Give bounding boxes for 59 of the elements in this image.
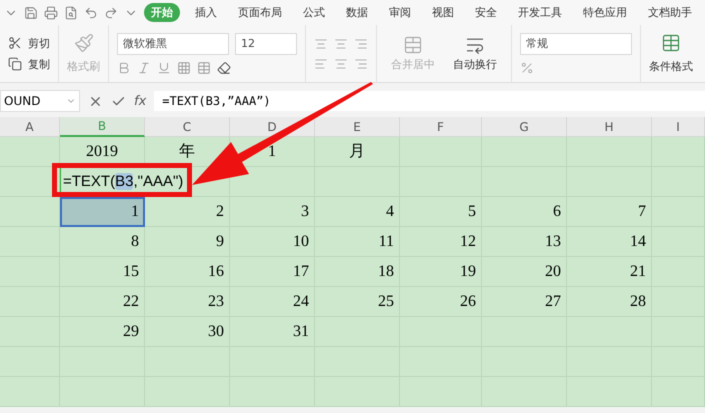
menu-tab[interactable]: 文档助手 <box>641 3 699 22</box>
table-cell[interactable]: 5 <box>400 197 482 227</box>
function-label[interactable]: fx <box>134 94 146 108</box>
table-cell[interactable]: 10 <box>230 227 315 257</box>
column-header[interactable]: E <box>315 117 400 137</box>
table-cell[interactable]: 20 <box>482 257 567 287</box>
table-cell[interactable]: 27 <box>482 287 567 317</box>
table-cell[interactable]: 21 <box>567 257 652 287</box>
table-cell[interactable]: 28 <box>567 287 652 317</box>
menu-tab[interactable]: 页面布局 <box>231 3 289 22</box>
table-cell[interactable]: 3 <box>230 197 315 227</box>
menu-tab[interactable]: 开发工具 <box>511 3 569 22</box>
table-cell[interactable]: 6 <box>482 197 567 227</box>
name-box[interactable]: OUND <box>0 90 80 112</box>
menu-tab[interactable]: 审阅 <box>382 3 418 22</box>
column-header[interactable]: H <box>567 117 652 137</box>
table-cell[interactable]: 月 <box>315 137 400 167</box>
column-header[interactable]: C <box>145 117 230 137</box>
number-format-select[interactable]: 常规 <box>520 32 632 54</box>
menu-tab[interactable]: 数据 <box>339 3 375 22</box>
table-cell[interactable]: 9 <box>145 227 230 257</box>
table-cell[interactable]: 11 <box>315 227 400 257</box>
menu-tab[interactable]: 插入 <box>188 3 224 22</box>
font-size-select[interactable]: 12 <box>235 32 297 54</box>
table-cell[interactable]: 2 <box>145 197 230 227</box>
copy-button[interactable]: 复制 <box>28 56 50 72</box>
table-cell[interactable]: 13 <box>482 227 567 257</box>
table-cell[interactable]: 8 <box>60 227 145 257</box>
table-cell[interactable]: 26 <box>400 287 482 317</box>
formula-input[interactable]: =TEXT(B3,”AAA”) <box>154 91 705 111</box>
wrap-text-button[interactable]: 自动换行 <box>453 57 497 72</box>
table-cell[interactable]: 1 <box>60 197 145 227</box>
menu-tab[interactable]: 特色应用 <box>576 3 634 22</box>
table-cell[interactable]: 19 <box>400 257 482 287</box>
menu-tab[interactable]: 公式 <box>296 3 332 22</box>
table-cell[interactable]: 15 <box>60 257 145 287</box>
table-cell[interactable]: 14 <box>567 227 652 257</box>
column-header[interactable]: G <box>482 117 567 137</box>
table-cell[interactable]: 16 <box>145 257 230 287</box>
table-cell[interactable]: 17 <box>230 257 315 287</box>
table-cell[interactable]: 31 <box>230 317 315 347</box>
font-select[interactable]: 微软雅黑 <box>117 32 229 54</box>
table-cell[interactable]: 7 <box>567 197 652 227</box>
column-header[interactable]: I <box>652 117 705 137</box>
menu-tab[interactable]: 视图 <box>425 3 461 22</box>
table-cell[interactable]: 23 <box>145 287 230 317</box>
table-cell[interactable]: 22 <box>60 287 145 317</box>
table-cell[interactable]: 18 <box>315 257 400 287</box>
column-header[interactable]: A <box>0 117 60 137</box>
cut-button[interactable]: 剪切 <box>28 36 50 50</box>
table-cell[interactable]: 4 <box>315 197 400 227</box>
conditional-format-button[interactable]: 条件格式 <box>649 59 693 74</box>
menu-tab[interactable]: 安全 <box>468 3 504 22</box>
table-cell[interactable]: 25 <box>315 287 400 317</box>
table-cell[interactable]: 29 <box>60 317 145 347</box>
table-cell[interactable]: 24 <box>230 287 315 317</box>
table-cell[interactable]: 30 <box>145 317 230 347</box>
column-header[interactable]: F <box>400 117 482 137</box>
table-cell[interactable]: 12 <box>400 227 482 257</box>
